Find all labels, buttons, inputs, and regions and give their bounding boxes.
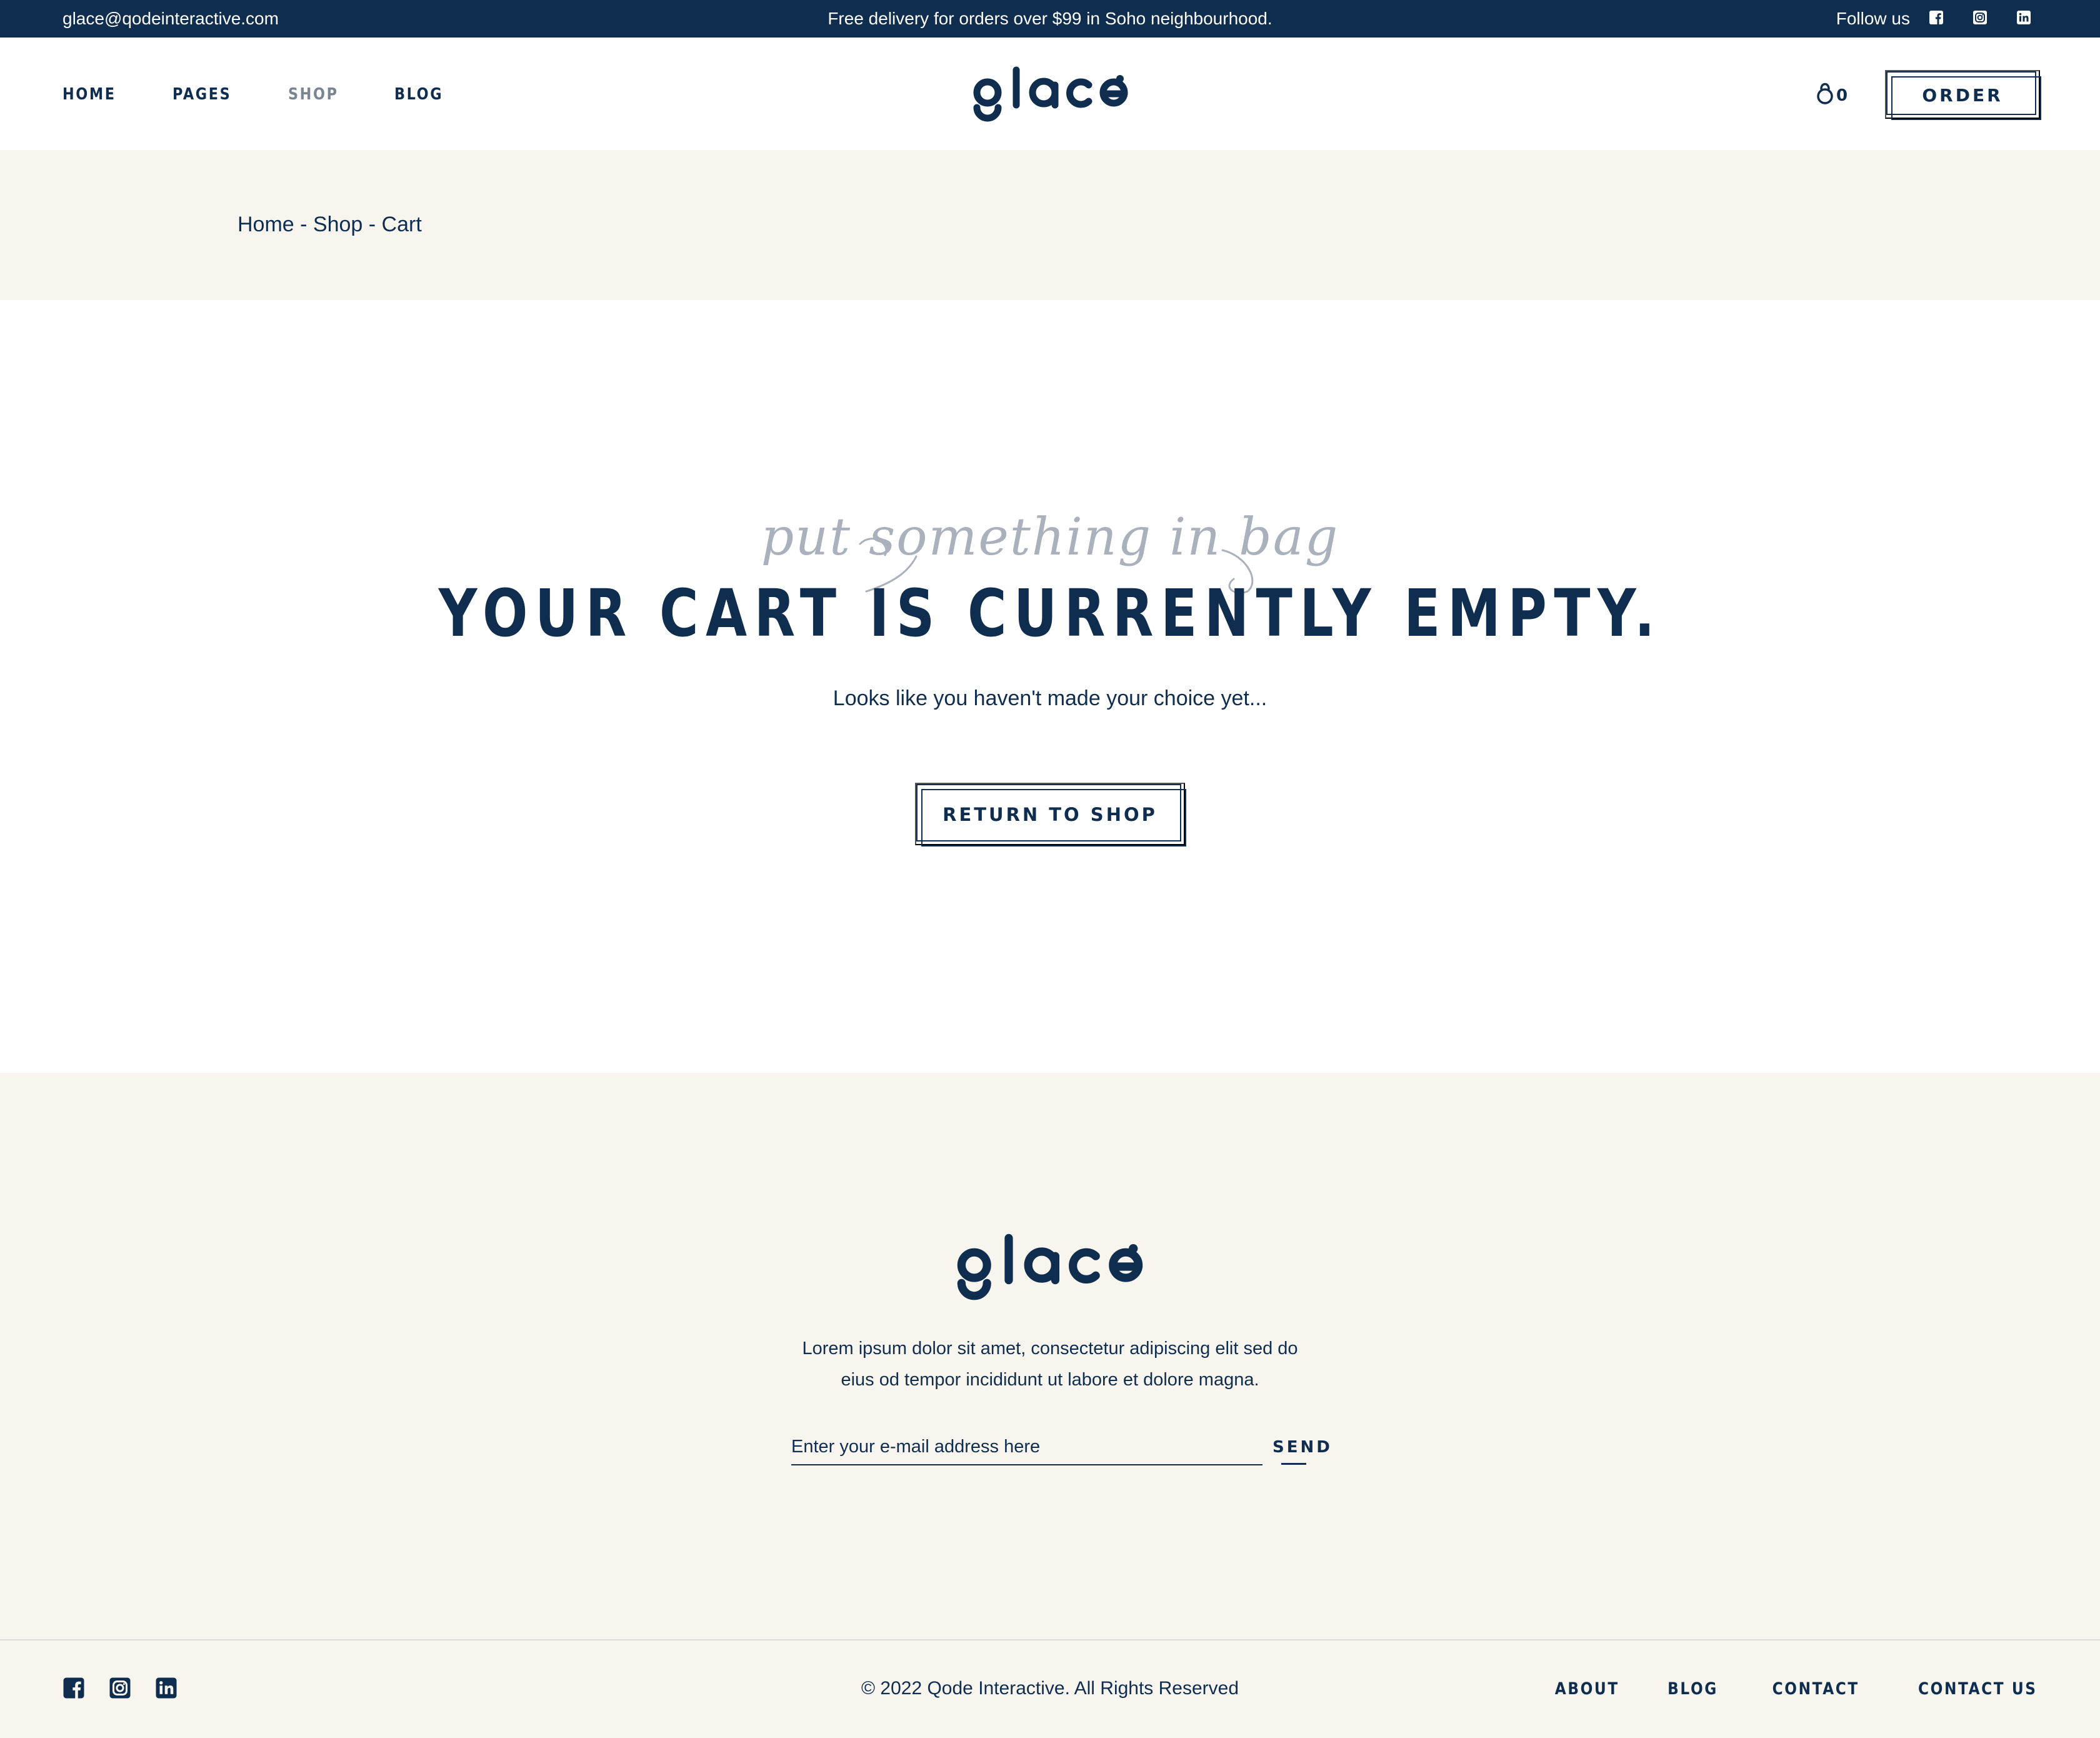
breadcrumb-separator: - — [362, 213, 382, 236]
email-field[interactable] — [791, 1429, 1262, 1465]
order-button[interactable]: ORDER — [1885, 70, 2041, 120]
breadcrumb-home[interactable]: Home — [238, 213, 294, 236]
breadcrumb-band: Home - Shop - Cart — [0, 150, 2100, 300]
breadcrumb-shop[interactable]: Shop — [313, 213, 362, 236]
top-bar: glace@qodeinteractive.com Free delivery … — [0, 0, 2100, 38]
cart-count: 0 — [1836, 86, 1848, 105]
footer-divider — [0, 1639, 2100, 1640]
footer-link-contact[interactable]: CONTACT — [1772, 1679, 1859, 1699]
send-underline — [1281, 1463, 1306, 1465]
nav-blog[interactable]: BLOG — [394, 85, 443, 104]
glace-logo-mark — [957, 1233, 1143, 1300]
footer-description: Lorem ipsum dolor sit amet, consectetur … — [0, 1333, 2100, 1395]
footer-text-line: Lorem ipsum dolor sit amet, consectetur … — [802, 1339, 1298, 1359]
bag-icon — [1817, 83, 1833, 104]
return-to-shop-label: RETURN TO SHOP — [942, 804, 1158, 825]
cart-heading-text: YOUR CART IS CURRENTLY EMPTY. — [438, 575, 1662, 651]
site-logo[interactable] — [972, 63, 1129, 125]
nav-shop[interactable]: SHOP — [288, 85, 339, 104]
glace-logo-mark — [973, 66, 1128, 122]
nav-home[interactable]: HOME — [62, 85, 116, 104]
nav-pages[interactable]: PAGES — [172, 85, 231, 104]
cart-indicator[interactable]: 0 — [1816, 80, 1851, 108]
footer-text-line: eius od tempor incididunt ut labore et d… — [841, 1370, 1259, 1390]
order-button-label: ORDER — [1922, 85, 2003, 106]
footer-nav: ABOUT BLOG CONTACT CONTACT US — [1544, 1679, 2038, 1699]
breadcrumb-current: Cart — [381, 213, 422, 236]
promo-message: Free delivery for orders over $99 in Soh… — [828, 9, 1272, 28]
facebook-icon[interactable] — [1929, 10, 1944, 25]
send-button[interactable]: SEND — [1272, 1438, 1332, 1457]
breadcrumb-separator: - — [294, 213, 313, 236]
footer-link-contact-us[interactable]: CONTACT US — [1918, 1679, 2038, 1699]
follow-us-label: Follow us — [1836, 9, 1910, 28]
footer-link-about[interactable]: ABOUT — [1555, 1679, 1619, 1699]
main-nav: HOME PAGES SHOP BLOG — [62, 85, 451, 104]
linkedin-icon[interactable] — [2016, 10, 2031, 25]
cart-script-title: put something in bag — [761, 508, 1339, 567]
page-title: YOUR CART IS CURRENTLY EMPTY. — [0, 575, 2100, 651]
cart-subtext: Looks like you haven't made your choice … — [832, 686, 1268, 710]
site-footer — [0, 1073, 2100, 1738]
breadcrumb: Home - Shop - Cart — [238, 213, 422, 237]
instagram-icon[interactable] — [1972, 10, 1988, 25]
footer-logo[interactable] — [945, 1229, 1155, 1304]
return-to-shop-button[interactable]: RETURN TO SHOP — [915, 783, 1186, 846]
footer-link-blog[interactable]: BLOG — [1668, 1679, 1718, 1699]
newsletter-form: SEND — [791, 1429, 1330, 1467]
